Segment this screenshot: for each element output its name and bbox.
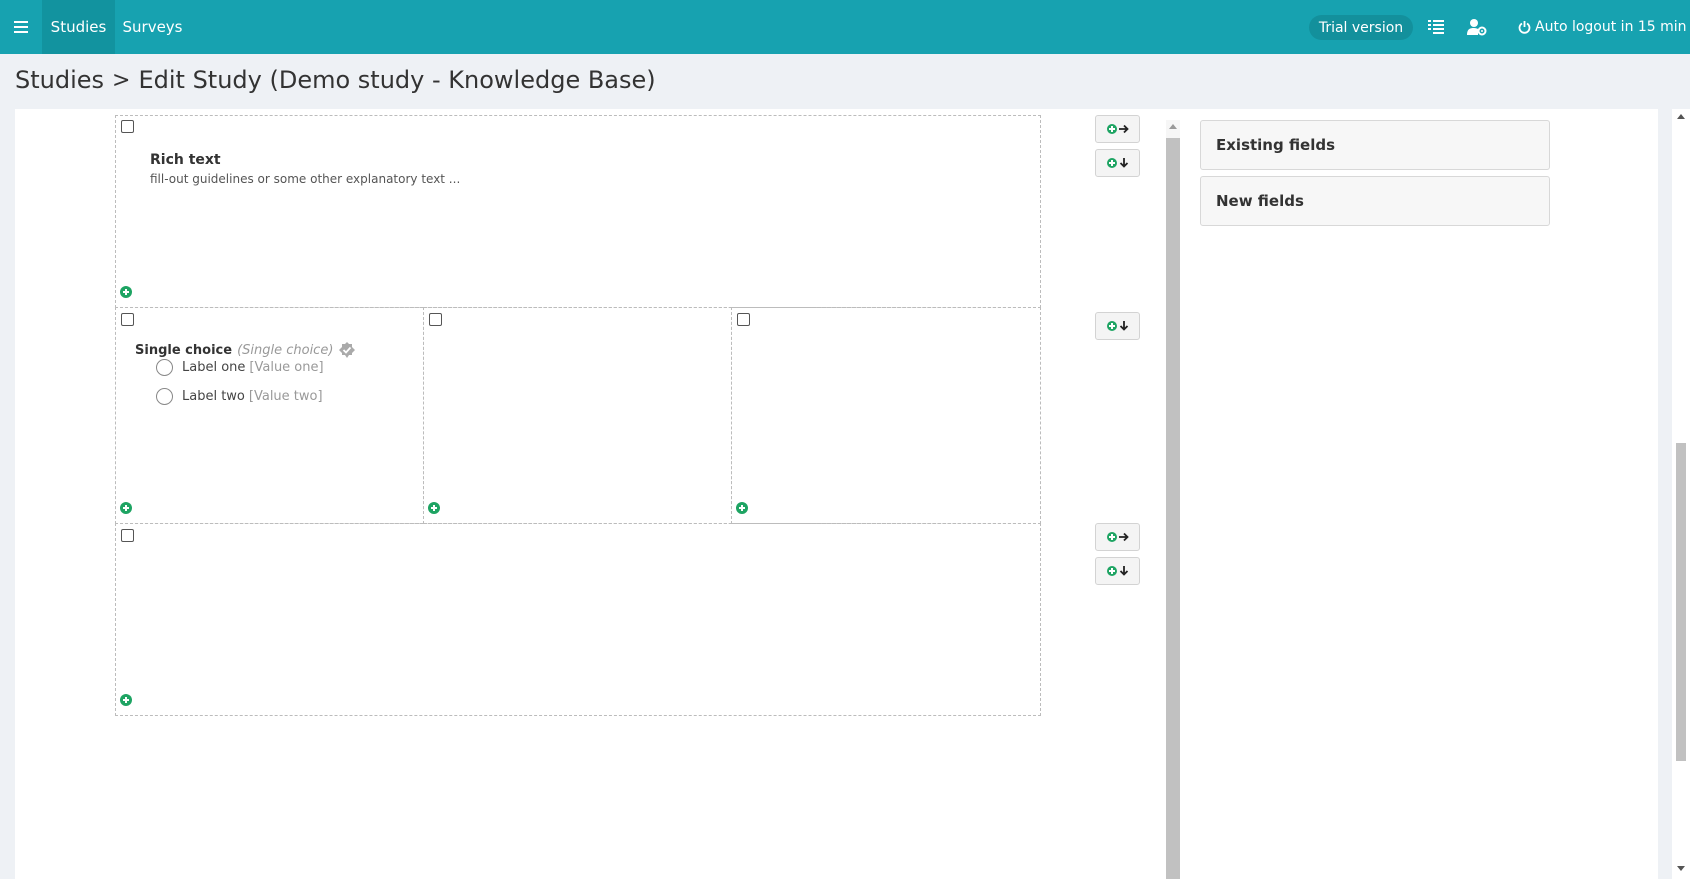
new-fields-panel[interactable]: New fields xyxy=(1200,176,1550,226)
hamburger-menu-button[interactable] xyxy=(0,0,42,54)
add-row-below-button[interactable] xyxy=(1095,149,1140,177)
verified-badge-icon xyxy=(339,342,356,358)
plus-icon xyxy=(1106,124,1117,134)
single-choice-label: Single choice xyxy=(135,342,233,358)
scrollbar-thumb[interactable] xyxy=(1676,443,1686,761)
page-title: Edit Study (Demo study - Knowledge Base) xyxy=(138,66,656,94)
rich-text-title: Rich text xyxy=(150,152,221,168)
nav-tab-surveys[interactable]: Surveys xyxy=(115,0,190,54)
radio-value: [Value one] xyxy=(249,360,324,375)
radio-button[interactable] xyxy=(156,359,173,376)
rich-text-description: fill-out guidelines or some other explan… xyxy=(150,172,461,186)
add-row-below-button[interactable] xyxy=(1095,312,1140,340)
radio-value: [Value two] xyxy=(248,389,323,404)
top-navbar: Studies Surveys Trial version Auto logou… xyxy=(0,0,1690,54)
arrow-down-icon xyxy=(1119,321,1128,331)
add-row-below-button[interactable] xyxy=(1095,557,1140,585)
arrow-right-icon xyxy=(1118,124,1129,134)
radio-label: Label one xyxy=(182,360,246,375)
scroll-down-icon[interactable] xyxy=(1677,866,1685,871)
plus-icon xyxy=(1106,532,1117,542)
add-field-icon[interactable] xyxy=(120,694,132,706)
grid-cell-single-choice[interactable] xyxy=(115,307,424,524)
grid-cell-rich-text[interactable] xyxy=(115,115,1041,308)
scroll-up-icon[interactable] xyxy=(1677,114,1685,119)
radio-option[interactable]: Label one [Value one] xyxy=(156,359,324,376)
trial-version-badge[interactable]: Trial version xyxy=(1309,15,1413,40)
add-field-icon[interactable] xyxy=(428,502,440,514)
cell-select-checkbox[interactable] xyxy=(121,120,134,133)
plus-icon xyxy=(1106,158,1117,168)
grid-cell-empty[interactable] xyxy=(423,307,732,524)
grid-cell-empty[interactable] xyxy=(731,307,1041,524)
user-gear-icon xyxy=(1467,19,1487,36)
power-icon xyxy=(1518,20,1531,34)
add-field-icon[interactable] xyxy=(120,286,132,298)
user-settings-button[interactable] xyxy=(1464,14,1490,40)
grid-cell-empty[interactable] xyxy=(115,523,1041,716)
radio-label: Label two xyxy=(182,389,245,404)
add-column-right-button[interactable] xyxy=(1095,523,1140,551)
list-icon xyxy=(1428,20,1444,34)
breadcrumb-studies-link[interactable]: Studies xyxy=(15,66,104,94)
cell-select-checkbox[interactable] xyxy=(737,313,750,326)
auto-logout-text: Auto logout in 15 min xyxy=(1535,19,1687,35)
cell-select-checkbox[interactable] xyxy=(429,313,442,326)
add-field-icon[interactable] xyxy=(120,502,132,514)
existing-fields-panel[interactable]: Existing fields xyxy=(1200,120,1550,170)
cell-select-checkbox[interactable] xyxy=(121,529,134,542)
arrow-down-icon xyxy=(1119,566,1128,576)
add-field-icon[interactable] xyxy=(736,502,748,514)
nav-tab-studies[interactable]: Studies xyxy=(42,0,115,54)
hamburger-icon xyxy=(14,21,28,33)
cell-select-checkbox[interactable] xyxy=(121,313,134,326)
auto-logout-button[interactable]: Auto logout in 15 min xyxy=(1518,14,1687,40)
plus-icon xyxy=(1106,321,1117,331)
single-choice-type: (Single choice) xyxy=(237,342,334,358)
breadcrumb-separator: > xyxy=(112,67,131,93)
editor-scrollbar[interactable] xyxy=(1166,120,1180,879)
breadcrumb: Studies > Edit Study (Demo study - Knowl… xyxy=(15,66,656,94)
single-choice-title: Single choice (Single choice) xyxy=(135,342,356,358)
radio-option[interactable]: Label two [Value two] xyxy=(156,388,323,405)
add-column-right-button[interactable] xyxy=(1095,115,1140,143)
radio-button[interactable] xyxy=(156,388,173,405)
arrow-down-icon xyxy=(1119,158,1128,168)
tasks-list-button[interactable] xyxy=(1423,14,1449,40)
arrow-right-icon xyxy=(1118,532,1129,542)
page-scrollbar[interactable] xyxy=(1672,109,1690,879)
scroll-up-icon[interactable] xyxy=(1169,124,1177,129)
scrollbar-thumb[interactable] xyxy=(1166,138,1180,879)
plus-icon xyxy=(1106,566,1117,576)
